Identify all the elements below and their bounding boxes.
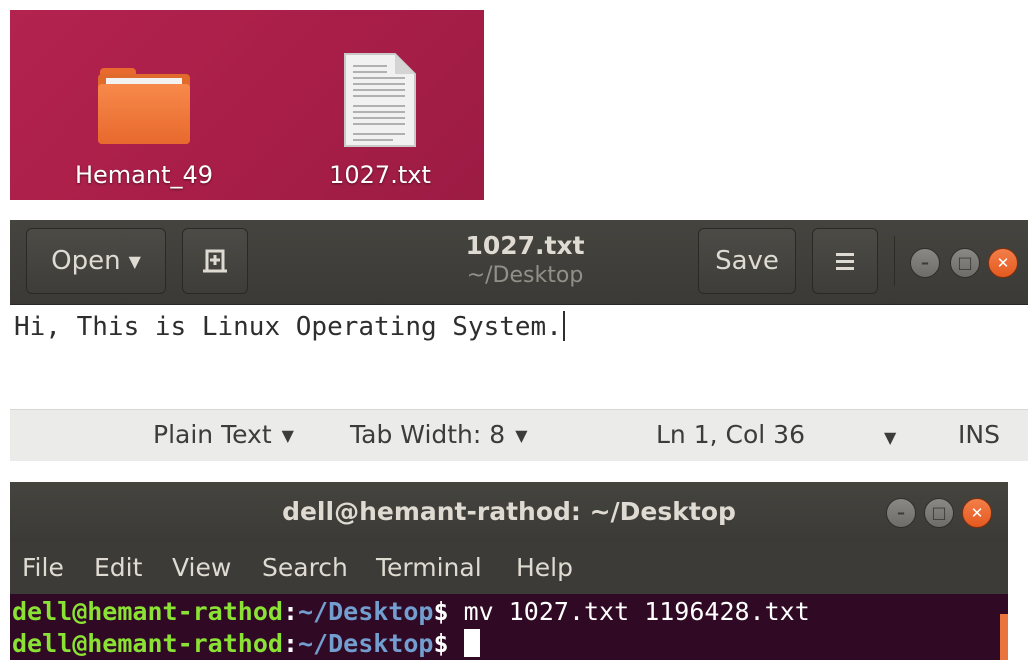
gedit-statusbar: Plain Text ▼ Tab Width: 8 ▼ Ln 1, Col 36 ▼…: [10, 409, 1028, 461]
menu-item-help[interactable]: Help: [516, 552, 573, 584]
terminal-cursor: [463, 629, 480, 657]
save-button[interactable]: Save: [698, 228, 796, 294]
desktop-file-label: 1027.txt: [329, 161, 431, 189]
insert-mode-indicator: INS: [958, 420, 1000, 449]
tab-width-selector[interactable]: Tab Width: 8 ▼: [350, 419, 528, 452]
hamburger-menu-icon: [836, 253, 854, 270]
terminal-minimize-button[interactable]: –: [886, 498, 916, 528]
menu-item-file[interactable]: File: [22, 552, 64, 584]
prompt-separator: :: [282, 629, 298, 658]
menu-item-edit[interactable]: Edit: [94, 552, 142, 584]
desktop-folder-label: Hemant_49: [74, 161, 214, 189]
cursor-position: Ln 1, Col 36: [656, 420, 805, 449]
prompt-path: ~/Desktop: [298, 597, 434, 626]
minimize-icon: –: [921, 253, 929, 272]
prompt-path: ~/Desktop: [298, 629, 434, 658]
new-document-icon: [203, 249, 227, 273]
chevron-down-icon: ▼: [128, 251, 141, 271]
maximize-icon: □: [957, 253, 973, 272]
window-subtitle: ~/Desktop: [466, 263, 584, 288]
terminal-line: dell@hemant-rathod:~/Desktop$ mv 1027.tx…: [12, 596, 810, 628]
language-selector[interactable]: Plain Text ▼: [153, 419, 294, 452]
terminal-titlebar: dell@hemant-rathod: ~/Desktop – □ ✕: [10, 482, 1008, 542]
close-icon: ✕: [970, 503, 984, 522]
minimize-button[interactable]: –: [910, 248, 940, 278]
window-title: 1027.txt: [465, 231, 585, 260]
text-file-icon: [344, 53, 416, 147]
terminal-maximize-button[interactable]: □: [924, 498, 954, 528]
close-button[interactable]: ✕: [988, 248, 1018, 278]
terminal-scrollbar[interactable]: [1000, 614, 1008, 660]
language-label: Plain Text: [153, 420, 272, 449]
folder-icon: [98, 68, 190, 144]
desktop-folder-item[interactable]: Hemant_49: [74, 50, 214, 200]
hamburger-menu-button[interactable]: [812, 228, 878, 294]
terminal-command: [449, 629, 464, 658]
menu-item-search[interactable]: Search: [262, 552, 348, 584]
prompt-user: dell@hemant-rathod: [12, 597, 283, 626]
window-title-area: 1027.txt ~/Desktop: [390, 230, 660, 290]
chevron-down-icon: ▼: [515, 426, 528, 445]
maximize-button[interactable]: □: [950, 248, 980, 278]
open-button-label: Open: [51, 246, 121, 276]
desktop-file-item[interactable]: 1027.txt: [310, 50, 450, 200]
prompt-user: dell@hemant-rathod: [12, 629, 283, 658]
prompt-symbol: $: [433, 629, 449, 658]
menu-item-terminal[interactable]: Terminal: [376, 552, 482, 584]
open-button[interactable]: Open ▼: [26, 228, 166, 294]
prompt-separator: :: [282, 597, 298, 626]
headerbar-separator: [894, 236, 895, 286]
terminal-command: mv 1027.txt 1196428.txt: [448, 597, 810, 626]
chevron-down-icon: ▼: [281, 426, 294, 445]
editor-content: Hi, This is Linux Operating System.: [14, 312, 562, 342]
maximize-icon: □: [931, 503, 947, 522]
terminal-title: dell@hemant-rathod: ~/Desktop: [282, 497, 736, 526]
prompt-symbol: $: [433, 597, 449, 626]
desktop-background: Hemant_49 1027.txt: [10, 10, 484, 200]
chevron-down-icon[interactable]: ▼: [884, 422, 896, 454]
gedit-headerbar: Open ▼ 1027.txt ~/Desktop Save – □ ✕: [10, 220, 1028, 305]
tab-width-label: Tab Width: 8: [350, 420, 506, 449]
close-icon: ✕: [996, 253, 1010, 272]
text-cursor: [562, 311, 565, 341]
terminal-close-button[interactable]: ✕: [962, 498, 992, 528]
new-tab-button[interactable]: [182, 228, 248, 294]
terminal-menubar: File Edit View Search Terminal Help: [10, 542, 1008, 594]
text-editor-area[interactable]: Hi, This is Linux Operating System.: [10, 305, 1028, 409]
minimize-icon: –: [897, 503, 905, 522]
menu-item-view[interactable]: View: [172, 552, 231, 584]
terminal-line: dell@hemant-rathod:~/Desktop$: [12, 628, 480, 660]
terminal-output[interactable]: dell@hemant-rathod:~/Desktop$ mv 1027.tx…: [10, 594, 1008, 660]
